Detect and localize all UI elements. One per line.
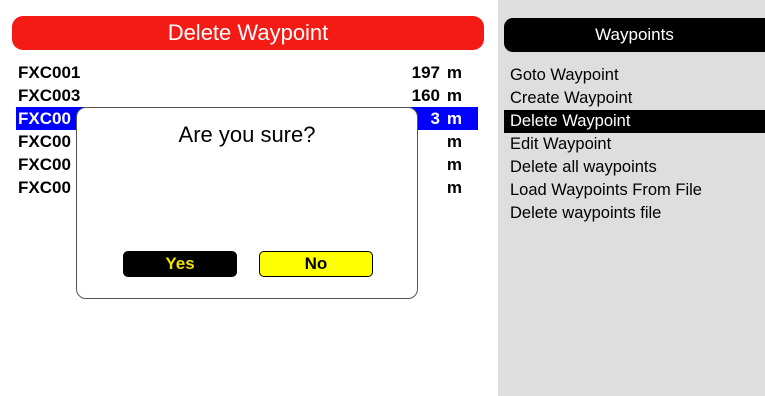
waypoint-name: FXC001 bbox=[18, 63, 81, 82]
waypoints-menu: Goto Waypoint Create Waypoint Delete Way… bbox=[504, 64, 765, 225]
menu-item-goto-waypoint[interactable]: Goto Waypoint bbox=[504, 64, 765, 87]
waypoint-name: FXC00 bbox=[18, 155, 71, 174]
distance-unit: m bbox=[446, 63, 462, 82]
yes-button[interactable]: Yes bbox=[123, 251, 237, 277]
distance-unit: m bbox=[446, 155, 462, 174]
confirm-message: Are you sure? bbox=[178, 122, 316, 147]
menu-item-delete-all-waypoints[interactable]: Delete all waypoints bbox=[504, 156, 765, 179]
waypoint-name: FXC00 bbox=[18, 178, 71, 197]
distance-unit: m bbox=[446, 178, 462, 197]
page-title: Delete Waypoint bbox=[12, 16, 484, 50]
distance-unit: m bbox=[446, 86, 462, 105]
menu-title: Waypoints bbox=[504, 18, 765, 52]
menu-item-load-waypoints-from-file[interactable]: Load Waypoints From File bbox=[504, 179, 765, 202]
menu-item-delete-waypoint[interactable]: Delete Waypoint bbox=[504, 110, 765, 133]
waypoint-distance: 197 bbox=[411, 63, 440, 82]
menu-item-create-waypoint[interactable]: Create Waypoint bbox=[504, 87, 765, 110]
waypoint-name: FXC003 bbox=[18, 86, 81, 105]
confirm-dialog: Are you sure? Yes No bbox=[76, 107, 418, 299]
waypoint-row[interactable]: FXC001 197 m bbox=[16, 61, 478, 84]
distance-unit: m bbox=[446, 109, 462, 128]
waypoint-row[interactable]: FXC003 160 m bbox=[16, 84, 478, 107]
waypoint-name: FXC00 bbox=[18, 132, 71, 151]
waypoint-distance: 160 bbox=[411, 86, 440, 105]
menu-item-edit-waypoint[interactable]: Edit Waypoint bbox=[504, 133, 765, 156]
waypoint-distance: 3 bbox=[430, 109, 440, 128]
waypoint-name: FXC00 bbox=[18, 109, 71, 128]
distance-unit: m bbox=[446, 132, 462, 151]
menu-item-delete-waypoints-file[interactable]: Delete waypoints file bbox=[504, 202, 765, 225]
no-button[interactable]: No bbox=[259, 251, 373, 277]
waypoints-menu-panel: Waypoints Goto Waypoint Create Waypoint … bbox=[498, 0, 765, 396]
